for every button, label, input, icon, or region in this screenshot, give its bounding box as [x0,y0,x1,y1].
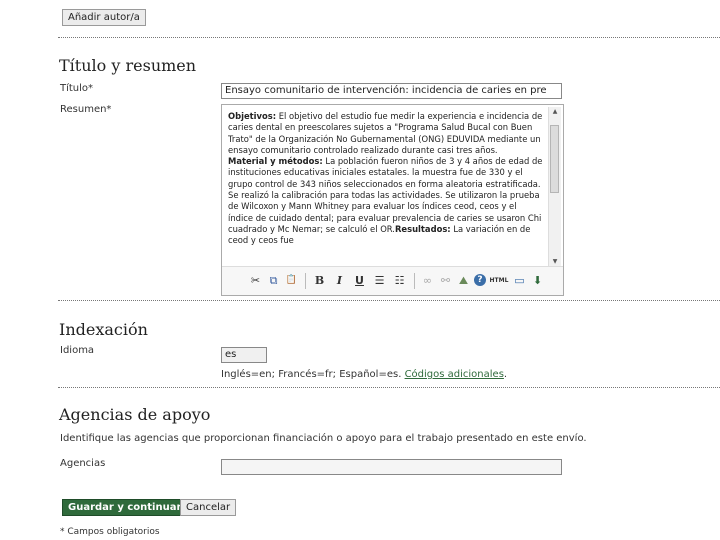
image-icon[interactable]: ⛰ [456,273,471,288]
help-icon[interactable]: ? [474,274,486,286]
copy-icon[interactable]: ⧉ [266,273,281,288]
paste-icon[interactable]: 📋 [284,273,299,288]
bold-icon[interactable]: B [312,273,327,288]
agencies-input[interactable] [221,459,562,475]
section-title-indexacion: Indexación [59,320,148,339]
results-label: Resultados: [394,223,451,234]
language-hint-text: Inglés=en; Francés=fr; Español=es. [221,369,405,380]
editor-scrollbar[interactable]: ▲ ▼ [548,107,561,267]
link-icon[interactable]: ∞ [420,273,435,288]
separator [58,387,720,388]
objectives-text: El objetivo del estudio fue medir la exp… [228,111,543,155]
editor-toolbar: ✂ ⧉ 📋 B I U ☰ ☷ ∞ ⚯ ⛰ ? HTML ▭ ⬇ [222,266,563,295]
toolbar-divider [414,273,415,289]
toolbar-divider [305,273,306,289]
separator [58,37,720,38]
cut-icon[interactable]: ✂ [248,273,263,288]
bullet-list-icon[interactable]: ☰ [372,273,387,288]
numbered-list-icon[interactable]: ☷ [392,273,407,288]
scroll-up-icon[interactable]: ▲ [549,107,561,117]
methods-text: La población fueron niños de 3 y 4 años … [228,156,543,234]
html-icon[interactable]: HTML [488,273,510,288]
language-label: Idioma [60,345,95,356]
objectives-label: Objetivos: [228,111,277,121]
fullscreen-icon[interactable]: ▭ [512,273,527,288]
underline-icon[interactable]: U [352,273,367,288]
separator [58,300,720,301]
abstract-text[interactable]: Objetivos: El objetivo del estudio fue m… [228,111,543,265]
abstract-editor[interactable]: Objetivos: El objetivo del estudio fue m… [221,104,564,296]
section-title-titulo: Título y resumen [59,56,197,75]
title-input[interactable]: Ensayo comunitario de intervención: inci… [221,83,562,99]
cancel-button[interactable]: Cancelar [180,499,237,516]
required-fields-note: * Campos obligatorios [60,527,160,537]
methods-label: Material y métodos: [228,156,323,167]
section-title-agencias: Agencias de apoyo [59,405,211,424]
agencies-label: Agencias [60,458,106,469]
title-label: Título* [60,83,94,94]
scroll-thumb[interactable] [550,125,559,193]
save-continue-button[interactable]: Guardar y continuar [62,499,188,516]
upload-icon[interactable]: ⬇ [530,273,545,288]
additional-codes-link[interactable]: Códigos adicionales [405,369,504,380]
language-input[interactable]: es [221,347,267,363]
unlink-icon[interactable]: ⚯ [438,273,453,288]
italic-icon[interactable]: I [332,273,347,288]
agencies-description: Identifique las agencias que proporciona… [60,433,587,444]
language-hint-end: . [503,369,508,380]
abstract-label: Resumen* [60,104,112,115]
language-hint: Inglés=en; Francés=fr; Español=es. Códig… [221,369,507,380]
add-author-button[interactable]: Añadir autor/a [62,9,146,26]
